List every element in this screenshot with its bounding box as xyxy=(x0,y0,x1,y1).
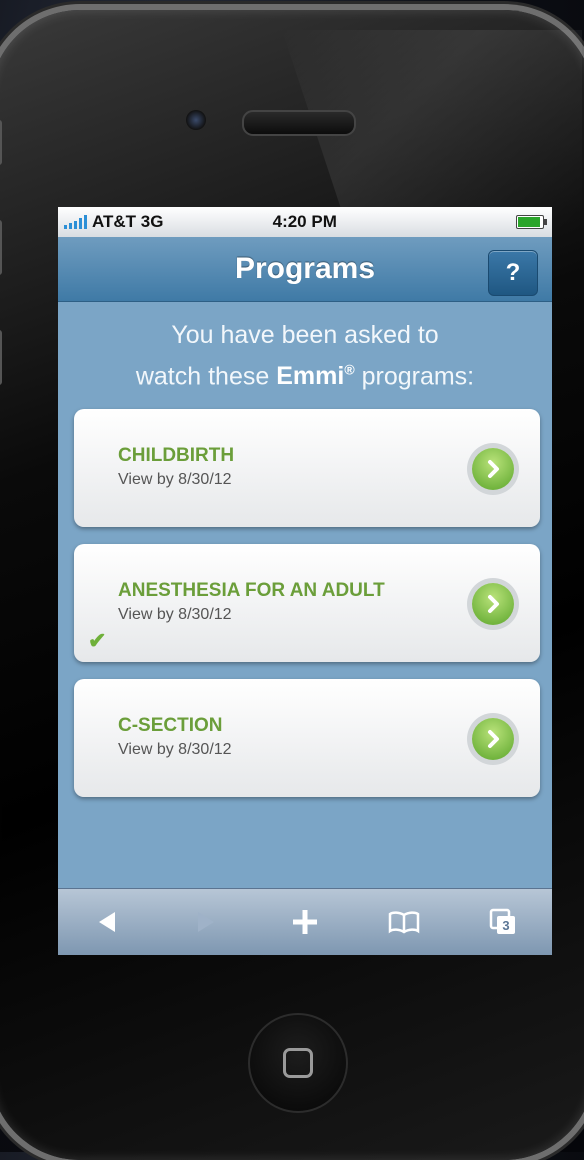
program-card-childbirth[interactable]: CHILDBIRTH View by 8/30/12 xyxy=(74,409,540,527)
mute-switch xyxy=(0,120,2,165)
volume-up-button xyxy=(0,220,2,275)
phone-screen: AT&T 3G 4:20 PM Programs ? You have been… xyxy=(58,207,552,955)
program-due-date: View by 8/30/12 xyxy=(118,471,232,488)
pages-button[interactable]: 3 xyxy=(478,902,528,942)
chevron-right-icon xyxy=(488,730,499,748)
battery-icon xyxy=(516,215,547,229)
program-title: ANESTHESIA FOR AN ADULT xyxy=(118,580,385,601)
pages-icon: 3 xyxy=(489,908,515,934)
program-title: CHILDBIRTH xyxy=(118,445,235,466)
volume-down-button xyxy=(0,330,2,385)
program-card-anesthesia[interactable]: ANESTHESIA FOR AN ADULT View by 8/30/12 … xyxy=(74,544,540,662)
help-button[interactable]: ? xyxy=(488,250,538,296)
home-button[interactable] xyxy=(248,1013,348,1113)
front-camera xyxy=(186,110,206,130)
carrier-label: AT&T 3G xyxy=(92,212,164,231)
program-due-date: View by 8/30/12 xyxy=(118,606,232,623)
program-due-date: View by 8/30/12 xyxy=(118,741,232,758)
signal-icon xyxy=(64,215,87,229)
forward-button[interactable] xyxy=(181,902,231,942)
completed-check-icon: ✔ xyxy=(88,628,107,653)
intro-line-2: watch these Emmi® programs: xyxy=(58,353,552,394)
browser-toolbar: 3 xyxy=(58,888,552,955)
intro-line-1: You have been asked to xyxy=(171,321,439,349)
page-title: Programs xyxy=(234,252,376,285)
plus-icon xyxy=(292,910,317,934)
home-square-icon xyxy=(283,1048,313,1078)
intro-text: You have been asked to watch these Emmi®… xyxy=(58,318,552,394)
intro-pre: watch these xyxy=(135,362,270,391)
program-title: C-SECTION xyxy=(118,715,223,736)
go-arrow-button[interactable] xyxy=(472,448,514,490)
go-arrow-button[interactable] xyxy=(472,718,514,760)
back-arrow-icon xyxy=(99,912,116,932)
book-icon xyxy=(388,911,420,934)
pages-count: 3 xyxy=(502,918,509,933)
bookmarks-button[interactable] xyxy=(379,902,429,942)
add-button[interactable] xyxy=(280,902,330,942)
back-button[interactable] xyxy=(82,902,132,942)
carrier-group: AT&T 3G xyxy=(64,212,163,232)
earpiece-speaker xyxy=(242,110,356,136)
program-card-c-section[interactable]: C-SECTION View by 8/30/12 xyxy=(74,679,540,797)
intro-post: programs: xyxy=(361,362,475,391)
clock: 4:20 PM xyxy=(272,212,337,231)
forward-arrow-icon xyxy=(198,912,215,932)
navigation-bar: Programs ? xyxy=(58,237,552,302)
chevron-right-icon xyxy=(488,595,499,613)
status-bar: AT&T 3G 4:20 PM xyxy=(58,207,552,237)
go-arrow-button[interactable] xyxy=(472,583,514,625)
brand-name: Emmi® xyxy=(276,362,355,391)
chevron-right-icon xyxy=(488,460,499,478)
